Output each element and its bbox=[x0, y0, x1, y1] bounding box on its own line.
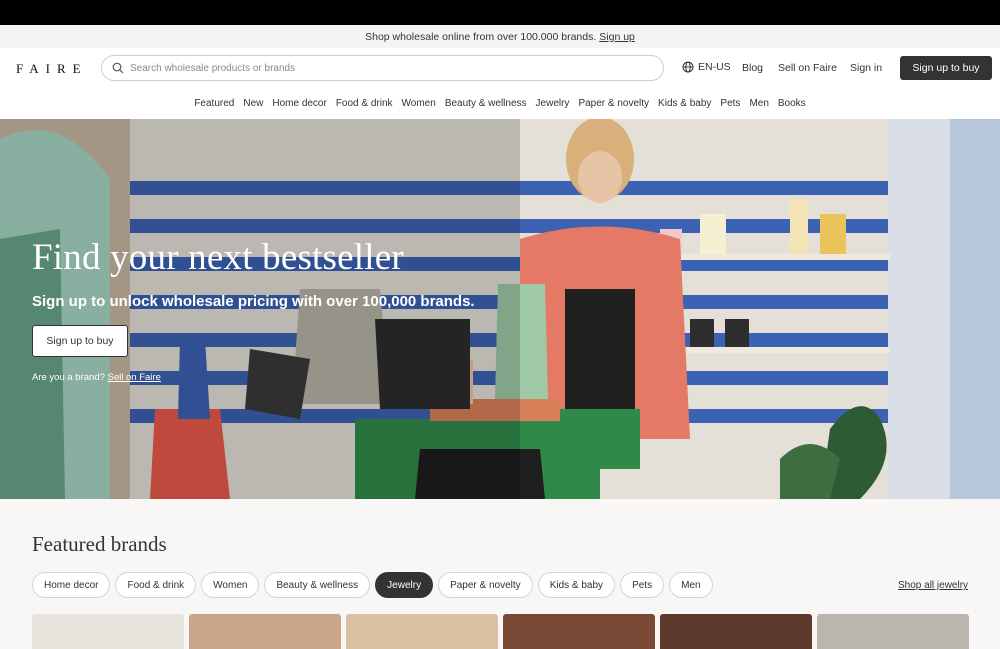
featured-brands-title: Featured brands bbox=[32, 532, 167, 556]
nav-item[interactable]: Paper & novelty bbox=[578, 98, 649, 109]
chip-home-decor[interactable]: Home decor bbox=[32, 572, 111, 598]
sign-in-link[interactable]: Sign in bbox=[850, 62, 882, 74]
brand-prompt: Are you a brand? Sell on Faire bbox=[32, 372, 161, 383]
brand-tile[interactable] bbox=[817, 614, 969, 649]
nav-item[interactable]: Books bbox=[778, 98, 806, 109]
featured-brands-section: Featured brands Home decor Food & drink … bbox=[0, 499, 1000, 649]
chip-kids-baby[interactable]: Kids & baby bbox=[537, 572, 616, 598]
nav-item[interactable]: Featured bbox=[194, 98, 234, 109]
shop-all-jewelry-link[interactable]: Shop all jewelry bbox=[898, 580, 968, 591]
search-input[interactable] bbox=[130, 62, 630, 74]
sign-up-to-buy-button[interactable]: Sign up to buy bbox=[900, 56, 992, 80]
sell-on-faire-link[interactable]: Sell on Faire bbox=[778, 62, 837, 74]
chip-paper-novelty[interactable]: Paper & novelty bbox=[438, 572, 533, 598]
chip-jewelry[interactable]: Jewelry bbox=[375, 572, 434, 598]
nav-item[interactable]: Pets bbox=[720, 98, 740, 109]
faire-logo[interactable]: FAIRE bbox=[16, 61, 88, 77]
promo-text: Shop wholesale online from over 100.000 … bbox=[365, 30, 597, 43]
nav-item[interactable]: Beauty & wellness bbox=[445, 98, 527, 109]
brand-tile[interactable] bbox=[503, 614, 655, 649]
brand-tile[interactable] bbox=[660, 614, 812, 649]
hero-sell-on-faire-link[interactable]: Sell on Faire bbox=[108, 372, 161, 383]
nav-item[interactable]: New bbox=[243, 98, 263, 109]
search-icon bbox=[112, 62, 124, 74]
site-header: FAIRE EN-US Blog Sell on Faire Sign in S… bbox=[0, 48, 1000, 88]
nav-item[interactable]: Home decor bbox=[272, 98, 326, 109]
nav-item[interactable]: Food & drink bbox=[336, 98, 393, 109]
promo-bar: Shop wholesale online from over 100.000 … bbox=[0, 25, 1000, 48]
chip-pets[interactable]: Pets bbox=[620, 572, 665, 598]
nav-item[interactable]: Women bbox=[402, 98, 436, 109]
hero-subtitle: Sign up to unlock wholesale pricing with… bbox=[32, 293, 475, 310]
blog-link[interactable]: Blog bbox=[742, 62, 763, 74]
nav-item[interactable]: Kids & baby bbox=[658, 98, 711, 109]
nav-item[interactable]: Jewelry bbox=[536, 98, 570, 109]
brand-tile[interactable] bbox=[32, 614, 184, 649]
category-nav: Featured New Home decor Food & drink Wom… bbox=[0, 88, 1000, 119]
brand-tiles bbox=[32, 614, 969, 649]
globe-icon bbox=[682, 61, 694, 73]
promo-signup-link[interactable]: Sign up bbox=[599, 31, 635, 43]
language-label: EN-US bbox=[698, 61, 731, 73]
chip-men[interactable]: Men bbox=[669, 572, 713, 598]
language-selector[interactable]: EN-US bbox=[682, 61, 731, 73]
nav-item[interactable]: Men bbox=[749, 98, 768, 109]
brand-question: Are you a brand? bbox=[32, 372, 105, 383]
brand-tile[interactable] bbox=[189, 614, 341, 649]
hero-sign-up-button[interactable]: Sign up to buy bbox=[32, 325, 128, 357]
search-bar[interactable] bbox=[101, 55, 664, 81]
category-chips: Home decor Food & drink Women Beauty & w… bbox=[32, 572, 713, 598]
browser-top-bar bbox=[0, 0, 1000, 25]
chip-beauty-wellness[interactable]: Beauty & wellness bbox=[264, 572, 371, 598]
brand-tile[interactable] bbox=[346, 614, 498, 649]
hero-banner: Find your next bestseller Sign up to unl… bbox=[0, 119, 1000, 499]
chip-women[interactable]: Women bbox=[201, 572, 260, 598]
hero-title: Find your next bestseller bbox=[32, 237, 404, 278]
chip-food-drink[interactable]: Food & drink bbox=[115, 572, 197, 598]
